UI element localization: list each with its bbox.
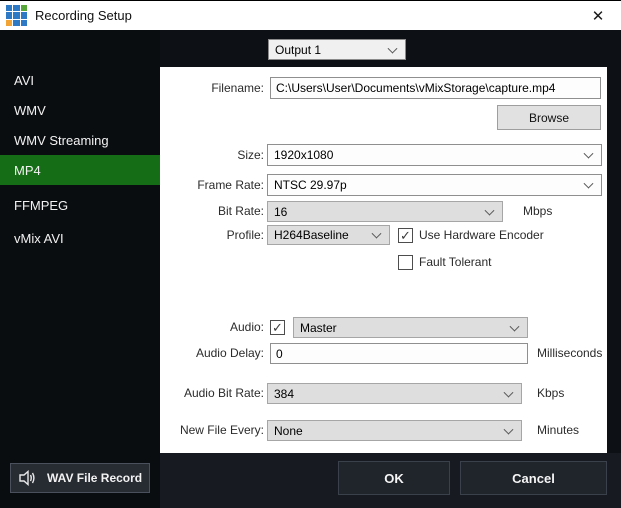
chevron-down-icon <box>485 205 495 215</box>
bit-rate-select-value: 16 <box>274 205 287 219</box>
audio-bit-rate-select[interactable]: 384 <box>267 383 522 404</box>
audio-delay-label: Audio Delay: <box>160 343 264 364</box>
new-file-every-select-value: None <box>274 424 303 438</box>
chevron-down-icon <box>510 321 520 331</box>
fault-tolerant-checkbox[interactable] <box>398 255 413 270</box>
new-file-every-select[interactable]: None <box>267 420 522 441</box>
ok-button[interactable]: OK <box>338 461 450 495</box>
filename-label: Filename: <box>160 77 264 99</box>
output-select-value: Output 1 <box>275 43 321 57</box>
wav-file-record-label: WAV File Record <box>47 471 142 485</box>
size-select-value: 1920x1080 <box>274 148 333 162</box>
wav-file-record-button[interactable]: WAV File Record <box>10 463 150 493</box>
chevron-down-icon <box>504 387 514 397</box>
frame-rate-select[interactable]: NTSC 29.97p <box>267 174 602 196</box>
browse-button[interactable]: Browse <box>497 105 601 130</box>
settings-panel: Filename: Browse Size: 1920x1080 Frame R… <box>160 67 607 453</box>
close-icon[interactable]: ✕ <box>583 1 613 30</box>
use-hardware-encoder-checkbox[interactable]: ✓ <box>398 228 413 243</box>
bit-rate-select[interactable]: 16 <box>267 201 503 222</box>
frame-rate-label: Frame Rate: <box>160 174 264 196</box>
audio-label: Audio: <box>160 317 264 338</box>
bit-rate-unit: Mbps <box>523 201 552 222</box>
audio-bit-rate-select-value: 384 <box>274 387 294 401</box>
sidebar-item-wmv[interactable]: WMV <box>0 95 160 125</box>
audio-bit-rate-unit: Kbps <box>537 383 564 404</box>
chevron-down-icon <box>388 43 398 53</box>
cancel-button[interactable]: Cancel <box>460 461 607 495</box>
profile-select-value: H264Baseline <box>274 228 349 242</box>
new-file-every-label: New File Every: <box>160 420 264 441</box>
vmix-logo-icon <box>6 5 27 26</box>
speaker-icon <box>19 470 37 486</box>
size-label: Size: <box>160 144 264 166</box>
audio-select-value: Master <box>300 321 337 335</box>
title-bar: Recording Setup ✕ <box>0 0 621 30</box>
chevron-down-icon <box>504 424 514 434</box>
output-select[interactable]: Output 1 <box>268 39 406 60</box>
sidebar-item-wmv-streaming[interactable]: WMV Streaming <box>0 125 160 155</box>
sidebar-item-vmix-avi[interactable]: vMix AVI <box>0 223 160 253</box>
bit-rate-label: Bit Rate: <box>160 201 264 222</box>
new-file-every-unit: Minutes <box>537 420 579 441</box>
audio-bit-rate-label: Audio Bit Rate: <box>160 383 264 404</box>
chevron-down-icon <box>372 229 382 239</box>
audio-delay-input[interactable] <box>270 343 528 364</box>
window-title: Recording Setup <box>35 8 132 23</box>
filename-input[interactable] <box>270 77 601 99</box>
audio-select[interactable]: Master <box>293 317 528 338</box>
audio-checkbox[interactable]: ✓ <box>270 320 285 335</box>
fault-tolerant-label: Fault Tolerant <box>419 255 492 270</box>
sidebar-item-ffmpeg[interactable]: FFMPEG <box>0 190 160 220</box>
chevron-down-icon <box>584 179 594 189</box>
size-select[interactable]: 1920x1080 <box>267 144 602 166</box>
chevron-down-icon <box>584 149 594 159</box>
profile-select[interactable]: H264Baseline <box>267 225 390 245</box>
sidebar-item-avi[interactable]: AVI <box>0 65 160 95</box>
sidebar-item-mp4[interactable]: MP4 <box>0 155 160 185</box>
frame-rate-select-value: NTSC 29.97p <box>274 178 347 192</box>
audio-delay-unit: Milliseconds <box>537 343 602 364</box>
profile-label: Profile: <box>160 225 264 245</box>
use-hardware-encoder-label: Use Hardware Encoder <box>419 228 544 243</box>
format-sidebar: AVI WMV WMV Streaming MP4 FFMPEG vMix AV… <box>0 30 160 508</box>
